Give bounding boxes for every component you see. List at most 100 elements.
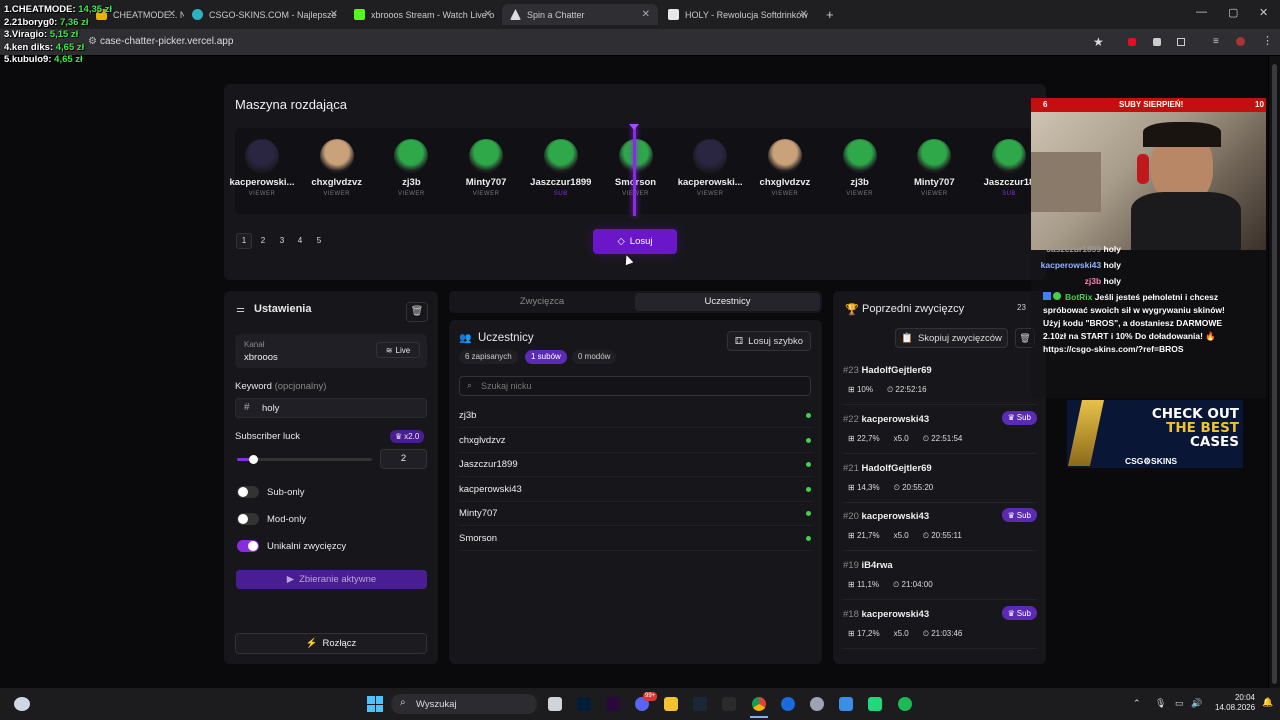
online-status-dot xyxy=(806,536,811,541)
winner-row: #21 HadolfGejtler69 ⊞ 14,3% ⏲ 20:55:20 xyxy=(843,455,1037,503)
copy-winners-button[interactable]: 📋 Skopiuj zwycięzców xyxy=(895,328,1008,348)
close-icon[interactable]: ✕ xyxy=(168,9,176,20)
tab-holy[interactable]: HOLY - Rewolucja Softdrinków ✕ xyxy=(660,4,816,25)
page-scrollbar[interactable] xyxy=(1269,56,1280,688)
page-button-4[interactable]: 4 xyxy=(292,233,308,249)
chat-message: BotRix Jeśli jesteś pełnoletni i chcesz … xyxy=(1043,292,1225,354)
task-view-icon[interactable] xyxy=(548,697,562,711)
participant-name: chxglvdzvz xyxy=(459,434,506,446)
verified-badge-icon xyxy=(1053,292,1061,300)
app-icon[interactable] xyxy=(868,697,882,711)
page-button-2[interactable]: 2 xyxy=(255,233,271,249)
winner-number: #18 xyxy=(843,609,859,620)
notifications-icon[interactable]: 🔔 xyxy=(1262,697,1273,708)
taskbar-search-label: Wyszukaj xyxy=(416,699,457,710)
media-icon[interactable]: ≡ xyxy=(1213,36,1219,47)
extension-icon[interactable] xyxy=(1128,38,1136,46)
online-status-dot xyxy=(806,462,811,468)
unique-winners-toggle[interactable] xyxy=(237,540,259,552)
page-button-3[interactable]: 3 xyxy=(274,233,290,249)
steam-icon[interactable] xyxy=(693,697,707,711)
profile-avatar[interactable] xyxy=(1236,37,1245,46)
dice-icon: ⚃ xyxy=(734,335,744,347)
app-icon[interactable] xyxy=(781,697,795,711)
participant-row[interactable]: Minty707 xyxy=(459,502,813,527)
photoshop-icon[interactable] xyxy=(577,697,591,711)
mod-only-toggle[interactable] xyxy=(237,513,259,525)
chevron-up-icon[interactable]: ⌃ xyxy=(1133,698,1141,709)
participant-row[interactable]: Jaszczur1899 xyxy=(459,453,813,478)
goal-title: SUBY SIERPIEŃ! xyxy=(1119,100,1184,109)
close-icon[interactable]: ✕ xyxy=(484,9,492,20)
network-icon[interactable]: ▭ xyxy=(1175,698,1184,709)
participants-title: Uczestnicy xyxy=(478,332,534,344)
clock[interactable]: 20:04 14.08.2026 xyxy=(1215,693,1255,713)
winners-count: 23 xyxy=(1017,303,1026,312)
tab-kick-stream[interactable]: xbrooos Stream - Watch Live o ✕ xyxy=(346,4,500,25)
volume-icon[interactable]: 🔊 xyxy=(1191,698,1202,709)
windows-start-icon[interactable] xyxy=(367,696,383,712)
tab-csgo-skins[interactable]: CSGO-SKINS.COM - Najlepsze ✕ xyxy=(184,4,346,25)
taskbar-search[interactable] xyxy=(391,694,537,714)
file-explorer-icon[interactable] xyxy=(664,697,678,711)
tab-participants[interactable]: Uczestnicy xyxy=(635,293,820,311)
collect-active-button[interactable]: ▶ Zbieranie aktywne xyxy=(236,570,427,589)
tab-favicon-icon xyxy=(192,9,203,20)
spin-button[interactable]: ◇ Losuj xyxy=(593,229,677,254)
winner-multiplier: x5.0 xyxy=(893,433,909,443)
chrome-icon[interactable] xyxy=(752,697,766,711)
extension-icon[interactable] xyxy=(1153,38,1161,46)
participant-row[interactable]: zj3b xyxy=(459,404,813,428)
users-icon: 👥 xyxy=(459,333,472,344)
page-button-1[interactable]: 1 xyxy=(236,233,252,249)
keyword-label: Keyword (opcjonalny) xyxy=(235,381,327,392)
bookmark-star-icon[interactable]: ★ xyxy=(1093,35,1104,49)
epic-games-icon[interactable] xyxy=(722,697,736,711)
slider-handle[interactable] xyxy=(249,455,258,464)
online-status-dot xyxy=(806,511,811,517)
search-icon: ⌕ xyxy=(467,380,473,390)
winner-number: #21 xyxy=(843,462,859,474)
close-icon[interactable]: ✕ xyxy=(800,9,808,20)
trash-icon[interactable]: 🗑 xyxy=(406,302,428,322)
close-icon[interactable]: ✕ xyxy=(642,9,650,20)
microphone-icon[interactable]: 🎙 xyxy=(1155,698,1166,709)
winner-name: iB4rwa xyxy=(861,560,893,572)
sub-only-toggle[interactable] xyxy=(237,486,259,498)
knife-icon xyxy=(1067,400,1105,466)
participant-row[interactable]: chxglvdzvz xyxy=(459,429,813,453)
winner-chance: ⊞ 11,1% xyxy=(848,580,880,590)
new-tab-button[interactable]: + xyxy=(818,4,838,25)
quick-draw-button[interactable]: ⚃ Losuj szybko xyxy=(727,331,811,351)
settings-gear-icon[interactable] xyxy=(810,697,824,711)
weather-icon[interactable] xyxy=(14,697,30,711)
menu-icon[interactable]: ⋮ xyxy=(1262,34,1273,47)
winner-name: kacperowski43 xyxy=(861,609,930,620)
participant-row[interactable]: kacperowski43 xyxy=(459,478,813,502)
mods-count-badge: 0 modów xyxy=(572,350,617,364)
close-window-icon[interactable]: ✕ xyxy=(1259,6,1268,19)
premiere-icon[interactable] xyxy=(606,697,620,711)
disconnect-button[interactable]: ⚡ Rozłącz xyxy=(235,633,427,654)
participant-row[interactable]: Smorson xyxy=(459,527,813,551)
maximize-icon[interactable]: ▢ xyxy=(1228,6,1238,19)
hash-icon: # xyxy=(244,402,250,413)
participant-name: Smorson xyxy=(459,533,498,544)
sub-luck-input[interactable]: 2 xyxy=(380,449,427,469)
spotify-icon[interactable] xyxy=(898,697,912,711)
close-icon[interactable]: ✕ xyxy=(330,9,338,20)
machine-title: Maszyna rozdająca xyxy=(235,97,347,112)
extensions-puzzle-icon[interactable] xyxy=(1177,38,1185,46)
page-button-5[interactable]: 5 xyxy=(311,233,327,249)
photos-icon[interactable] xyxy=(839,697,853,711)
tab-spin-a-chatter[interactable]: Spin a Chatter ✕ xyxy=(502,4,658,25)
winner-chance: ⊞ 21,7% xyxy=(848,531,880,541)
url-text[interactable]: case-chatter-picker.vercel.app xyxy=(100,36,233,47)
crown-icon: ♛ xyxy=(1007,413,1015,423)
winner-title: #19 iB4rwa xyxy=(843,560,893,571)
scrollbar-thumb[interactable] xyxy=(1272,64,1277,684)
minimize-icon[interactable]: — xyxy=(1196,6,1207,18)
ad-brand: CSG⚙SKINS xyxy=(1125,456,1178,466)
tab-winner[interactable]: Zwycięzca xyxy=(450,293,634,311)
roulette-slot: kacperowski... VIEWER xyxy=(227,137,297,207)
